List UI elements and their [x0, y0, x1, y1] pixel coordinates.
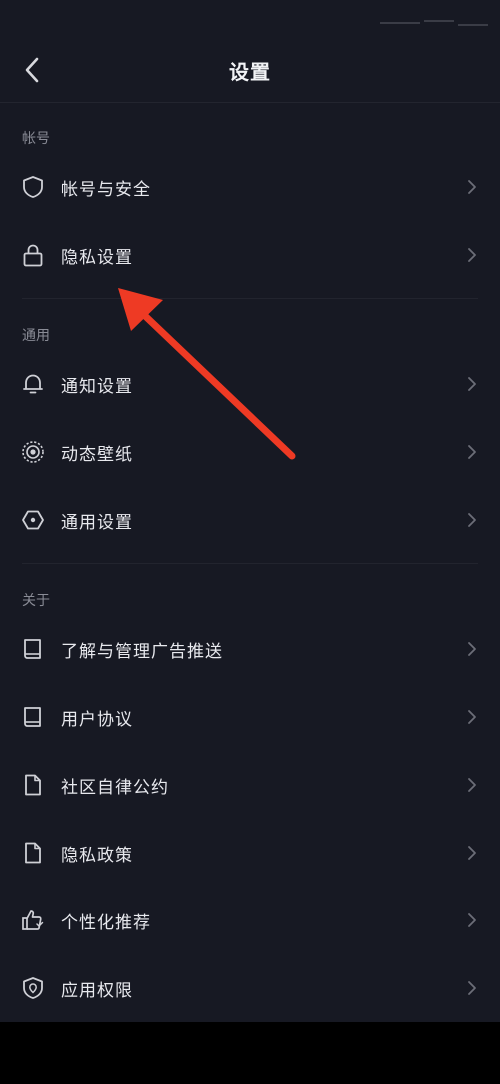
settings-row-privacy-policy[interactable]: 隐私政策	[0, 826, 500, 882]
settings-row-account-security[interactable]: 帐号与安全	[0, 160, 500, 216]
wallpaper-icon	[22, 441, 44, 463]
row-label: 应用权限	[61, 981, 133, 1001]
bell-icon	[23, 374, 43, 394]
row-label: 社区自律公约	[61, 778, 169, 798]
thumbs-up-icon	[22, 910, 44, 930]
settings-row-general-settings[interactable]: 通用设置	[0, 493, 500, 549]
row-label: 通用设置	[61, 513, 133, 533]
section-divider	[22, 298, 478, 299]
header-divider	[0, 102, 500, 103]
document-icon	[25, 774, 41, 796]
chevron-right-icon	[468, 642, 476, 656]
row-label: 帐号与安全	[61, 180, 151, 200]
chevron-right-icon	[468, 710, 476, 724]
book-icon	[24, 707, 41, 727]
chevron-right-icon	[468, 913, 476, 927]
status-bar	[380, 18, 490, 30]
shield-location-icon	[23, 977, 43, 999]
settings-row-privacy-settings[interactable]: 隐私设置	[0, 228, 500, 284]
row-label: 通知设置	[61, 377, 133, 397]
page-title: 设置	[229, 60, 271, 84]
row-label: 个性化推荐	[61, 913, 151, 933]
chevron-right-icon	[468, 778, 476, 792]
hexagon-settings-icon	[22, 510, 44, 530]
settings-row-personalized-recommendation[interactable]: 个性化推荐	[0, 893, 500, 949]
chevron-right-icon	[468, 248, 476, 262]
row-label: 了解与管理广告推送	[61, 642, 223, 662]
lock-icon	[23, 244, 43, 267]
settings-row-notification-settings[interactable]: 通知设置	[0, 357, 500, 413]
section-label-about: 关于	[22, 593, 50, 609]
section-label-account: 帐号	[22, 131, 50, 147]
settings-screen: 设置 帐号 帐号与安全 隐私设置 通用 通知设置 动态壁纸 通用设置 关于 了解…	[0, 0, 500, 1022]
chevron-right-icon	[468, 180, 476, 194]
settings-row-community-guidelines[interactable]: 社区自律公约	[0, 758, 500, 814]
settings-row-user-agreement[interactable]: 用户协议	[0, 690, 500, 746]
bottom-bar	[0, 1022, 500, 1084]
settings-row-app-permissions[interactable]: 应用权限	[0, 961, 500, 1017]
chevron-right-icon	[468, 846, 476, 860]
row-label: 动态壁纸	[61, 445, 133, 465]
chevron-right-icon	[468, 981, 476, 995]
chevron-right-icon	[468, 513, 476, 527]
chevron-right-icon	[468, 377, 476, 391]
header: 设置	[0, 38, 500, 102]
shield-icon	[23, 176, 43, 198]
section-label-general: 通用	[22, 328, 50, 344]
settings-row-live-wallpaper[interactable]: 动态壁纸	[0, 425, 500, 481]
section-divider	[22, 563, 478, 564]
settings-row-ad-management[interactable]: 了解与管理广告推送	[0, 622, 500, 678]
row-label: 隐私设置	[61, 248, 133, 268]
row-label: 隐私政策	[61, 846, 133, 866]
book-icon	[24, 639, 41, 659]
chevron-right-icon	[468, 445, 476, 459]
row-label: 用户协议	[61, 710, 133, 730]
document-icon	[25, 842, 41, 864]
